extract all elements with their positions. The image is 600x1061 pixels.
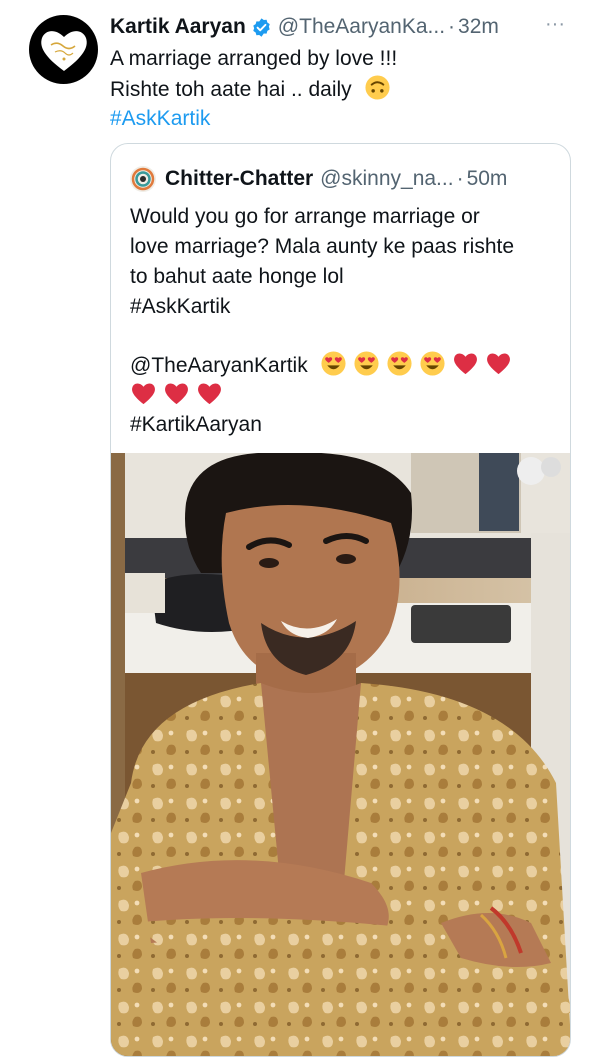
quoted-author-handle[interactable]: @skinny_na... [320, 167, 453, 191]
author-avatar[interactable] [29, 15, 98, 84]
mention-link: @TheAaryanKartik [130, 354, 308, 377]
tweet-timestamp[interactable]: 32m [458, 15, 499, 39]
quoted-text-line: love marriage? Mala aunty ke paas rishte [130, 235, 515, 258]
red-heart-emoji [163, 380, 190, 407]
separator-dot: · [456, 167, 464, 190]
tweet-text-line: A marriage arranged by love !!! [110, 47, 398, 70]
tweet-text-line: Rishte toh aate hai .. daily [110, 74, 397, 105]
verified-badge-icon [253, 17, 270, 37]
quoted-author-name[interactable]: Chitter-Chatter [165, 167, 313, 191]
hashtag-link[interactable]: #AskKartik [110, 104, 210, 134]
quoted-text-line: Would you go for arrange marriage or [130, 205, 480, 228]
red-heart-emoji [452, 350, 479, 377]
quoted-author-avatar[interactable] [129, 165, 157, 193]
author-handle[interactable]: @TheAaryanKa... [278, 15, 445, 39]
quoted-text-line: to bahut aate honge lol [130, 265, 344, 288]
heart-eyes-emoji [386, 350, 413, 377]
author-name[interactable]: Kartik Aaryan [110, 15, 246, 39]
heart-eyes-emoji [419, 350, 446, 377]
tweet-header: Kartik Aaryan @TheAaryanKa... · 32m [110, 12, 499, 42]
red-heart-emoji [485, 350, 512, 377]
quoted-tweet[interactable]: Chitter-Chatter @skinny_na... · 50m Woul… [110, 143, 571, 1057]
upside-down-face-emoji [364, 74, 391, 101]
heart-logo-icon [40, 30, 87, 71]
red-heart-emoji [196, 380, 223, 407]
quoted-media-photo[interactable] [111, 453, 570, 1056]
photo-illustration [111, 453, 570, 1056]
heart-eyes-emoji [320, 350, 347, 377]
tweet[interactable]: Kartik Aaryan @TheAaryanKa... · 32m ··· … [0, 0, 600, 1061]
quoted-tweet-header: Chitter-Chatter @skinny_na... · 50m [129, 164, 507, 194]
quoted-timestamp[interactable]: 50m [467, 167, 508, 191]
quoted-mention-line: @TheAaryanKartik [130, 350, 518, 381]
heart-eyes-emoji [353, 350, 380, 377]
quoted-hashtag: #KartikAaryan [130, 413, 262, 436]
tweet-text: Rishte toh aate hai .. daily [110, 78, 352, 101]
quoted-hashtag: #AskKartik [130, 295, 231, 318]
red-heart-emoji [130, 380, 157, 407]
more-options-icon[interactable]: ··· [545, 13, 565, 36]
quoted-emoji-line [130, 380, 229, 411]
separator-dot: · [448, 15, 456, 38]
